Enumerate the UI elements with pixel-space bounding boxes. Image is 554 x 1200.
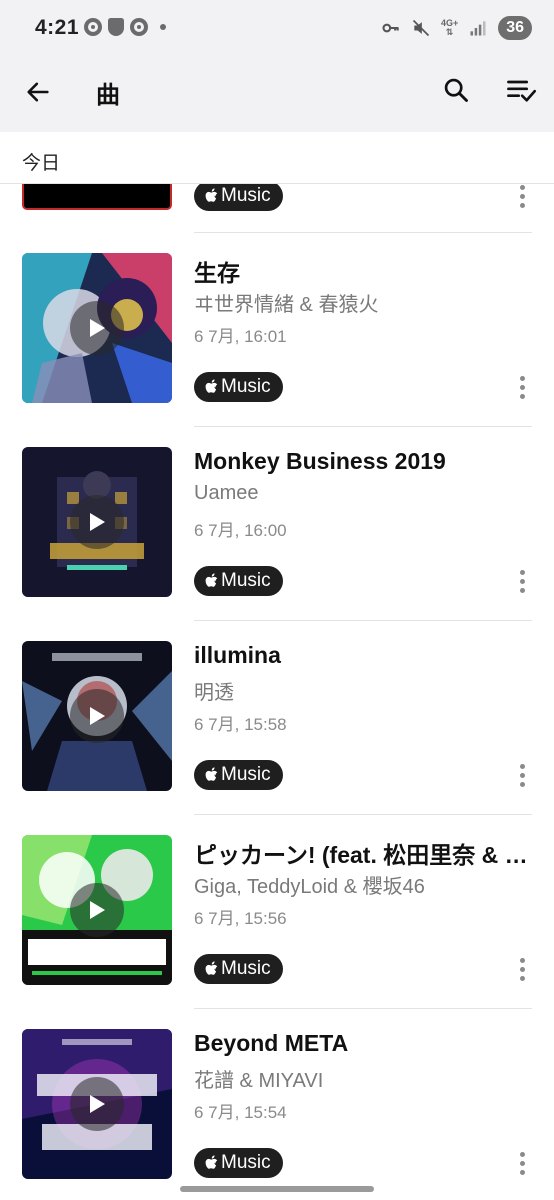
divider (194, 814, 532, 815)
divider (194, 620, 532, 621)
more-options-icon[interactable] (510, 372, 534, 402)
played-time: 6 7月, 15:54 (194, 1103, 287, 1122)
song-title: illumina (194, 642, 281, 668)
apple-music-badge[interactable]: Music (194, 566, 283, 596)
play-icon[interactable] (70, 1077, 124, 1131)
album-art[interactable] (22, 835, 172, 985)
shield-icon (108, 18, 124, 36)
played-time: 6 7月, 16:01 (194, 327, 287, 346)
apple-icon (205, 573, 218, 587)
song-title: ピッカーン! (feat. 松田里奈 & 森田ひかる) (194, 842, 534, 868)
list-item[interactable]: Beyond META 花譜 & MIYAVI 6 7月, 15:54 Musi… (0, 1008, 554, 1200)
page-title: 曲 (96, 82, 120, 109)
home-indicator[interactable] (180, 1186, 374, 1192)
mute-icon (412, 19, 430, 37)
more-options-icon[interactable] (510, 566, 534, 596)
apple-icon (205, 961, 218, 975)
play-icon[interactable] (70, 495, 124, 549)
status-notification-icons (84, 18, 166, 36)
apple-music-badge[interactable]: Music (194, 1148, 283, 1178)
album-art[interactable] (22, 447, 172, 597)
more-options-icon[interactable] (510, 184, 534, 211)
data-arrows-glyph: ⇅ (445, 27, 454, 37)
apple-music-badge[interactable]: Music (194, 954, 283, 984)
key-icon (382, 23, 399, 33)
app-notification-icon (130, 18, 148, 36)
status-system-icons: 4G+ ⇅ 36 (381, 16, 532, 40)
more-options-icon[interactable] (510, 760, 534, 790)
badge-label: Music (221, 1152, 271, 1173)
badge-label: Music (221, 185, 271, 206)
search-icon (444, 78, 468, 102)
back-arrow-icon (27, 82, 49, 102)
divider (194, 426, 532, 427)
badge-label: Music (221, 570, 271, 591)
queue-button[interactable] (501, 70, 541, 110)
list-item[interactable]: 生存 ヰ世界情緒 & 春猿火 6 7月, 16:01 Music (0, 232, 554, 426)
song-list[interactable]: Music 生存 ヰ世界情緒 & 春猿火 6 7月, 16:01 Music M… (0, 184, 554, 1200)
more-options-icon[interactable] (510, 1148, 534, 1178)
badge-label: Music (221, 764, 271, 785)
album-art (22, 184, 172, 210)
play-icon[interactable] (70, 689, 124, 743)
apple-music-badge[interactable]: Music (194, 184, 283, 211)
list-item[interactable]: Monkey Business 2019 Uamee 6 7月, 16:00 M… (0, 426, 554, 620)
song-artist: ヰ世界情緒 & 春猿火 (194, 294, 379, 316)
album-art[interactable] (22, 1029, 172, 1179)
song-artist: 明透 (194, 682, 234, 704)
divider (194, 232, 532, 233)
played-time: 6 7月, 15:56 (194, 909, 287, 928)
album-art[interactable] (22, 641, 172, 791)
song-artist: Uamee (194, 482, 259, 504)
played-time: 6 7月, 16:00 (194, 521, 287, 540)
section-label-today: 今日 (22, 153, 61, 174)
apple-icon (205, 188, 218, 202)
apple-music-badge[interactable]: Music (194, 760, 283, 790)
list-item[interactable]: illumina 明透 6 7月, 15:58 Music (0, 620, 554, 814)
song-artist: 花譜 & MIYAVI (194, 1070, 324, 1092)
apple-music-badge[interactable]: Music (194, 372, 283, 402)
section-header: 今日 (0, 132, 554, 184)
divider (194, 1008, 532, 1009)
played-time: 6 7月, 15:58 (194, 715, 287, 734)
list-item[interactable]: ピッカーン! (feat. 松田里奈 & 森田ひかる) Giga, TeddyL… (0, 814, 554, 1008)
badge-label: Music (221, 958, 271, 979)
battery-icon: 36 (498, 16, 532, 40)
apple-icon (205, 379, 218, 393)
apple-icon (205, 767, 218, 781)
song-title: Beyond META (194, 1030, 349, 1056)
search-button[interactable] (436, 70, 476, 110)
play-icon[interactable] (70, 301, 124, 355)
list-item[interactable]: Music (0, 184, 554, 232)
album-art[interactable] (22, 253, 172, 403)
song-title: 生存 (194, 260, 240, 286)
apple-icon (205, 1155, 218, 1169)
dot-icon (160, 24, 166, 30)
back-button[interactable] (18, 72, 58, 112)
status-bar: 4:21 4G+ ⇅ 36 (0, 0, 554, 58)
more-options-icon[interactable] (510, 954, 534, 984)
play-icon[interactable] (70, 883, 124, 937)
song-artist: Giga, TeddyLoid & 櫻坂46 (194, 876, 425, 898)
app-notification-icon (84, 18, 102, 36)
status-time: 4:21 (35, 16, 80, 39)
data-arrows-icon: 4G+ ⇅ (441, 19, 458, 37)
queue-check-icon (507, 80, 537, 102)
song-title: Monkey Business 2019 (194, 448, 446, 474)
app-bar: 曲 (0, 58, 554, 132)
signal-icon (470, 21, 486, 36)
badge-label: Music (221, 376, 271, 397)
